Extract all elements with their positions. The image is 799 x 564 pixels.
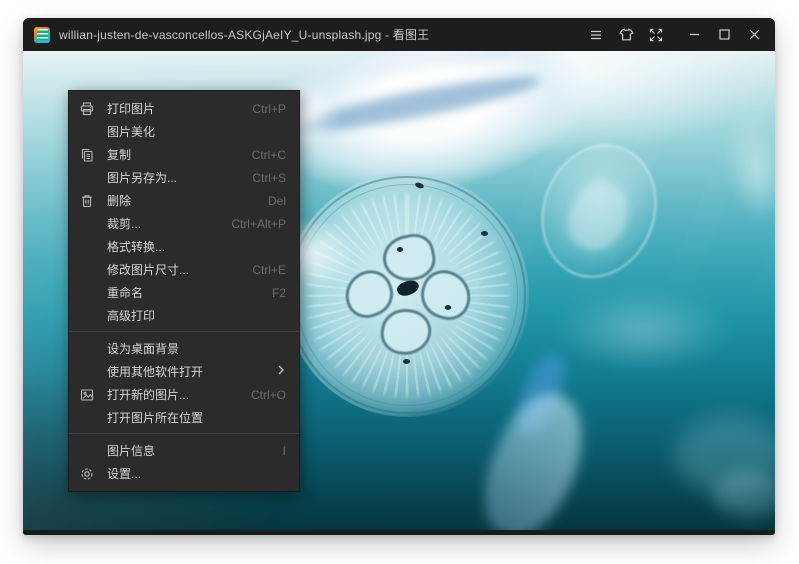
submenu-arrow-icon — [276, 364, 286, 379]
titlebar: willian-justen-de-vasconcellos-ASKGjAeIY… — [23, 18, 775, 51]
menu-item-icon — [79, 262, 95, 278]
soft-glow — [553, 287, 733, 373]
menu-item-label: 复制 — [107, 146, 252, 163]
menu-item[interactable]: 格式转换... — [69, 235, 299, 258]
menu-item-shortcut: Ctrl+C — [252, 148, 286, 162]
menu-item[interactable]: 高级打印 — [69, 304, 299, 327]
menu-item[interactable]: 设置... — [69, 462, 299, 485]
menu-item-shortcut: F2 — [272, 286, 286, 300]
menu-item[interactable]: 打印图片 Ctrl+P — [69, 97, 299, 120]
menu-item[interactable]: 设为桌面背景 — [69, 337, 299, 360]
menu-item[interactable]: 图片美化 — [69, 120, 299, 143]
menu-item[interactable]: 重命名 F2 — [69, 281, 299, 304]
menu-item-icon — [79, 308, 95, 324]
menu-item[interactable]: 图片另存为... Ctrl+S — [69, 166, 299, 189]
menu-item-shortcut: Del — [268, 194, 286, 208]
menu-item-label: 图片信息 — [107, 442, 283, 459]
menu-item-shortcut: Ctrl+P — [252, 102, 286, 116]
minimize-icon[interactable] — [679, 18, 709, 51]
menu-item-icon — [79, 170, 95, 186]
menu-item-label: 裁剪... — [107, 215, 231, 232]
menu-item-shortcut: Ctrl+E — [252, 263, 286, 277]
menu-item-icon — [79, 364, 95, 380]
close-icon[interactable] — [739, 18, 769, 51]
menu-item-label: 格式转换... — [107, 238, 286, 255]
maximize-icon[interactable] — [709, 18, 739, 51]
menu-item-label: 图片美化 — [107, 123, 286, 140]
jellyfish-speck — [397, 247, 403, 252]
menu-item-icon — [79, 443, 95, 459]
menu-item[interactable]: 打开图片所在位置 — [69, 406, 299, 429]
app-logo-icon — [34, 27, 50, 43]
trash-icon — [79, 193, 95, 209]
reflection-bottom-right-small — [713, 471, 775, 517]
menu-separator — [69, 331, 299, 332]
copy-icon — [79, 147, 95, 163]
menu-item[interactable]: 打开新的图片... Ctrl+O — [69, 383, 299, 406]
menu-item-label: 使用其他软件打开 — [107, 363, 276, 380]
jellyfish-speck — [445, 305, 451, 310]
menu-item-label: 打开新的图片... — [107, 386, 251, 403]
menu-item-icon — [79, 216, 95, 232]
menu-item-shortcut: Ctrl+Alt+P — [231, 217, 286, 231]
menu-item-label: 高级打印 — [107, 307, 286, 324]
menu-item[interactable]: 图片信息 I — [69, 439, 299, 462]
gear-icon — [79, 466, 95, 482]
menu-item[interactable]: 修改图片尺寸... Ctrl+E — [69, 258, 299, 281]
menu-item-label: 打印图片 — [107, 100, 252, 117]
menu-item[interactable]: 裁剪... Ctrl+Alt+P — [69, 212, 299, 235]
window-title: willian-justen-de-vasconcellos-ASKGjAeIY… — [59, 26, 581, 43]
menu-item-shortcut: Ctrl+O — [251, 388, 286, 402]
menu-separator — [69, 433, 299, 434]
menu-item-label: 打开图片所在位置 — [107, 409, 286, 426]
jellyfish-speck — [481, 231, 488, 236]
menu-item[interactable]: 删除 Del — [69, 189, 299, 212]
menu-item-shortcut: I — [283, 444, 286, 458]
context-menu: 打印图片 Ctrl+P 图片美化 复制 Ctrl+C 图片另存为... Ctrl… — [68, 90, 300, 492]
menu-item-label: 修改图片尺寸... — [107, 261, 252, 278]
menu-item-icon — [79, 410, 95, 426]
skin-icon[interactable] — [611, 18, 641, 51]
menu-item-label: 设为桌面背景 — [107, 340, 286, 357]
moon-jellyfish — [285, 173, 529, 417]
picture-icon — [79, 387, 95, 403]
menu-item-icon — [79, 341, 95, 357]
menu-item-icon — [79, 285, 95, 301]
menu-item-icon — [79, 124, 95, 140]
menu-item-label: 重命名 — [107, 284, 272, 301]
menu-item-label: 删除 — [107, 192, 268, 209]
window-bottom-border — [23, 530, 775, 535]
printer-icon — [79, 101, 95, 117]
menu-item-label: 设置... — [107, 465, 286, 482]
menu-icon[interactable] — [581, 18, 611, 51]
fullscreen-icon[interactable] — [641, 18, 671, 51]
jellyfish-speck — [403, 359, 410, 364]
menu-item[interactable]: 使用其他软件打开 — [69, 360, 299, 383]
menu-item[interactable]: 复制 Ctrl+C — [69, 143, 299, 166]
menu-item-label: 图片另存为... — [107, 169, 252, 186]
menu-item-icon — [79, 239, 95, 255]
menu-item-shortcut: Ctrl+S — [252, 171, 286, 185]
